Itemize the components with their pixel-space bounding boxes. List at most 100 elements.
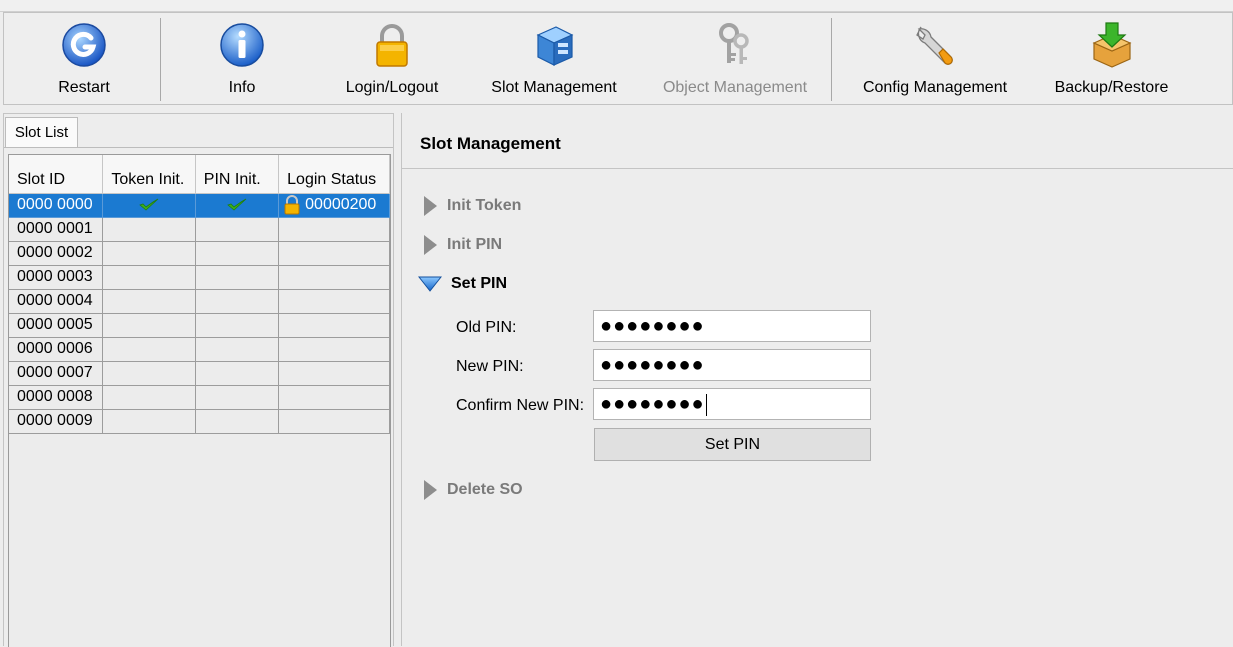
slot-management-label: Slot Management: [491, 79, 617, 96]
new-pin-label: New PIN:: [456, 358, 524, 375]
section-init-token-label: Init Token: [447, 197, 522, 215]
pin-init-cell: [195, 361, 280, 386]
token-init-cell: [102, 361, 196, 386]
table-row[interactable]: 0000 0000 00000200: [9, 193, 390, 218]
pin-init-cell: [195, 313, 280, 338]
login-status-cell: [278, 313, 390, 338]
login-status-cell: [278, 361, 390, 386]
info-button[interactable]: Info: [167, 13, 317, 104]
pin-init-cell: [195, 217, 280, 242]
pin-init-cell: [195, 241, 280, 266]
pin-init-cell: [195, 265, 280, 290]
section-init-token[interactable]: Init Token: [422, 195, 521, 217]
login-status-cell: [278, 409, 390, 434]
slot-id-cell: 0000 0003: [9, 265, 104, 290]
chevron-right-icon: [424, 235, 437, 255]
backup-restore-button[interactable]: Backup/Restore: [1034, 13, 1189, 104]
table-row[interactable]: 0000 0004: [9, 289, 390, 314]
column-header-slot-id[interactable]: Slot ID: [9, 155, 104, 194]
column-header-token-init[interactable]: Token Init.: [102, 155, 196, 194]
chevron-right-icon: [424, 480, 437, 500]
info-icon: [220, 23, 264, 67]
page-title: Slot Management: [420, 134, 561, 153]
slot-id-cell: 0000 0008: [9, 385, 104, 410]
section-set-pin[interactable]: Set PIN: [418, 275, 507, 293]
main-toolbar: Restart Info Login/Logout Slot Managemen…: [3, 12, 1233, 105]
new-pin-field[interactable]: ●●●●●●●●: [593, 349, 871, 381]
chevron-down-icon: [418, 276, 442, 292]
confirm-pin-label: Confirm New PIN:: [456, 397, 585, 414]
object-management-label: Object Management: [662, 79, 808, 96]
old-pin-label: Old PIN:: [456, 319, 517, 336]
section-init-pin[interactable]: Init PIN: [422, 234, 502, 256]
section-set-pin-label: Set PIN: [451, 275, 508, 292]
pin-init-cell: [195, 337, 280, 362]
table-row[interactable]: 0000 0003: [9, 265, 390, 290]
column-header-login-status[interactable]: Login Status: [278, 155, 390, 194]
login-status-cell: [278, 265, 390, 290]
section-init-pin-label: Init PIN: [447, 236, 503, 254]
login-status-cell: [278, 289, 390, 314]
slot-id-cell: 0000 0000: [9, 193, 104, 218]
login-status-cell: [278, 241, 390, 266]
slot-id-cell: 0000 0004: [9, 289, 104, 314]
text-caret: [705, 393, 707, 416]
toolbar-separator: [831, 18, 832, 101]
wrench-icon: [916, 26, 953, 65]
login-status-cell: [278, 337, 390, 362]
slot-management-icon: [536, 26, 574, 66]
pin-init-cell: [195, 193, 280, 218]
restart-label: Restart: [58, 79, 110, 96]
table-row[interactable]: 0000 0002: [9, 241, 390, 266]
column-header-pin-init[interactable]: PIN Init.: [195, 155, 280, 194]
table-row[interactable]: 0000 0009: [9, 409, 390, 434]
table-row[interactable]: 0000 0007: [9, 361, 390, 386]
old-pin-field[interactable]: ●●●●●●●●: [593, 310, 871, 342]
slot-table-header: Slot ID Token Init. PIN Init. Login Stat…: [9, 155, 390, 194]
slot-list-panel: Slot List Slot ID Token Init. PIN Init. …: [3, 113, 394, 647]
slot-id-cell: 0000 0002: [9, 241, 104, 266]
table-row[interactable]: 0000 0006: [9, 337, 390, 362]
slot-id-cell: 0000 0009: [9, 409, 104, 434]
slot-id-cell: 0000 0001: [9, 217, 104, 242]
login-status-value: 00000200: [305, 196, 377, 214]
lock-icon: [284, 195, 300, 215]
login-logout-button[interactable]: Login/Logout: [317, 13, 467, 104]
object-management-button[interactable]: Object Management: [655, 13, 815, 104]
slot-table-container: Slot ID Token Init. PIN Init. Login Stat…: [8, 154, 391, 647]
token-init-cell: [102, 265, 196, 290]
confirm-pin-value: ●●●●●●●●: [600, 393, 705, 415]
info-label: Info: [228, 79, 256, 96]
table-row[interactable]: 0000 0005: [9, 313, 390, 338]
table-row[interactable]: 0000 0008: [9, 385, 390, 410]
keys-icon: [719, 23, 749, 64]
login-logout-label: Login/Logout: [345, 79, 439, 96]
login-status-cell: [278, 385, 390, 410]
section-delete-so-label: Delete SO: [447, 481, 523, 499]
backup-restore-label: Backup/Restore: [1054, 79, 1169, 96]
restart-button[interactable]: Restart: [9, 13, 159, 104]
section-delete-so[interactable]: Delete SO: [422, 479, 523, 501]
table-row[interactable]: 0000 0001: [9, 217, 390, 242]
slot-management-panel: Slot Management Init Token Init PIN Set …: [401, 113, 1233, 646]
check-icon: [227, 198, 247, 211]
pin-init-cell: [195, 289, 280, 314]
title-divider: [402, 168, 1233, 169]
slot-id-cell: 0000 0006: [9, 337, 104, 362]
restart-icon: [62, 23, 106, 67]
slot-management-button[interactable]: Slot Management: [477, 13, 631, 104]
tab-slot-list[interactable]: Slot List: [5, 117, 78, 147]
confirm-pin-field[interactable]: ●●●●●●●●: [593, 388, 871, 420]
login-status-cell: [278, 217, 390, 242]
check-icon: [139, 198, 159, 211]
config-management-button[interactable]: Config Management: [850, 13, 1020, 104]
pin-init-cell: [195, 385, 280, 410]
token-init-cell: [102, 193, 196, 218]
token-init-cell: [102, 217, 196, 242]
window-top-strip: [0, 0, 1233, 12]
slot-table: Slot ID Token Init. PIN Init. Login Stat…: [9, 155, 390, 434]
token-init-cell: [102, 313, 196, 338]
login-status-cell: 00000200: [278, 193, 390, 218]
set-pin-button[interactable]: Set PIN: [594, 428, 871, 461]
lock-icon: [376, 24, 408, 67]
